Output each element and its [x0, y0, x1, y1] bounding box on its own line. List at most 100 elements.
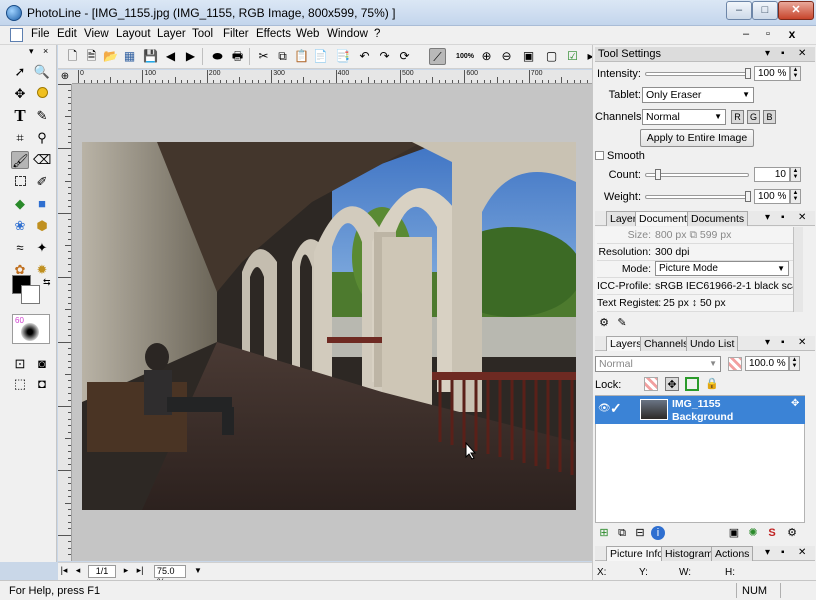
- copy-icon[interactable]: ⧉: [274, 48, 291, 65]
- undo-icon[interactable]: ↶: [356, 48, 373, 65]
- open-folder-icon[interactable]: 📂: [102, 48, 119, 65]
- channel-b-button[interactable]: B: [763, 110, 776, 124]
- save-icon[interactable]: 💾: [142, 48, 159, 65]
- new-layout-icon[interactable]: 🗎: [83, 48, 100, 65]
- panel-pin-icon[interactable]: ▪: [781, 337, 785, 348]
- panel-pin-icon[interactable]: ▪: [781, 212, 785, 223]
- vertical-ruler[interactable]: [58, 84, 72, 561]
- count-slider-thumb[interactable]: [655, 169, 661, 180]
- doc-text-register-value[interactable]: ↓ 25 px ↕ 50 px: [655, 297, 726, 309]
- previous-page-icon[interactable]: ◂: [72, 565, 84, 576]
- mode-dropdown[interactable]: Picture Mode ▼: [655, 261, 789, 276]
- layer-properties-icon[interactable]: ▣: [727, 526, 741, 540]
- repeat-icon[interactable]: ⟳: [396, 48, 413, 65]
- fit-width-icon[interactable]: ▢: [543, 48, 560, 65]
- zoom-dropdown-icon[interactable]: ▼: [194, 566, 202, 575]
- previous-icon[interactable]: ◀: [162, 48, 179, 65]
- panel-pin-icon[interactable]: ▪: [781, 48, 785, 59]
- stamp-tool-icon[interactable]: ⬢: [33, 217, 51, 235]
- menu-effects[interactable]: Effects: [254, 28, 293, 40]
- delete-layer-icon[interactable]: ⊟: [633, 526, 647, 540]
- layer-effects-icon[interactable]: ✺: [746, 526, 760, 540]
- cut-icon[interactable]: ✂: [255, 48, 272, 65]
- next-page-icon[interactable]: ▸: [120, 565, 132, 576]
- panel-close-icon[interactable]: ×: [43, 46, 48, 56]
- view-mode-icon[interactable]: ⊡: [11, 355, 29, 373]
- lock-transparency-icon[interactable]: [644, 377, 658, 391]
- image-canvas[interactable]: [82, 142, 576, 510]
- count-spinner[interactable]: ▲ ▼: [790, 167, 801, 182]
- document-panel-scrollbar[interactable]: [793, 227, 803, 312]
- redo-icon[interactable]: ↷: [376, 48, 393, 65]
- tab-channels[interactable]: Channels: [640, 336, 693, 351]
- layer-opacity-field[interactable]: 100.0 %: [745, 356, 789, 371]
- quick-mask-icon[interactable]: ⬚: [11, 375, 29, 393]
- zoom-100-button[interactable]: 100%: [455, 48, 475, 65]
- panel-close-icon[interactable]: ✕: [798, 48, 806, 59]
- layer-enabled-checkmark-icon[interactable]: ✓: [610, 400, 622, 417]
- document-minimize-button[interactable]: –: [737, 28, 755, 40]
- check-icon[interactable]: ☑: [564, 48, 581, 65]
- menu-web[interactable]: Web: [294, 28, 321, 40]
- menu-edit[interactable]: Edit: [55, 28, 79, 40]
- canvas-area[interactable]: [72, 84, 592, 561]
- eraser-tool-icon[interactable]: ⌫: [33, 151, 51, 169]
- photoline-app-icon[interactable]: [6, 5, 22, 21]
- settings-icon[interactable]: ⚙: [597, 316, 611, 330]
- doc-icc-row[interactable]: ICC-Profile: sRGB IEC61966-2-1 black sca…: [597, 278, 803, 295]
- panel-pin-icon[interactable]: ▪: [781, 547, 785, 558]
- panel-menu-icon[interactable]: ▾: [29, 46, 34, 57]
- background-color-swatch[interactable]: [21, 285, 40, 304]
- document-restore-button[interactable]: ▫: [759, 28, 777, 40]
- fill-tool-icon[interactable]: ◆: [11, 195, 29, 213]
- brush-tool-icon[interactable]: 🖌: [11, 151, 29, 169]
- last-page-icon[interactable]: ▸|: [134, 565, 146, 576]
- clone-tool-icon[interactable]: ❀: [11, 217, 29, 235]
- weight-slider-thumb[interactable]: [745, 191, 751, 202]
- eyedropper-tool-icon[interactable]: ⚲: [33, 129, 51, 147]
- count-field[interactable]: 10: [754, 167, 790, 182]
- tab-histogram[interactable]: Histogram: [661, 546, 717, 561]
- panel-menu-icon[interactable]: ▾: [765, 337, 770, 348]
- menu-view[interactable]: View: [82, 28, 111, 40]
- menu-tool[interactable]: Tool: [190, 28, 215, 40]
- lock-pixels-icon[interactable]: [685, 377, 699, 391]
- tab-picture-info[interactable]: Picture Info: [606, 546, 668, 561]
- gradient-tool-icon[interactable]: ■: [33, 195, 51, 213]
- panel-close-icon[interactable]: ✕: [798, 337, 806, 348]
- panel-close-icon[interactable]: ✕: [798, 547, 806, 558]
- intensity-slider-thumb[interactable]: [745, 68, 751, 79]
- doc-resolution-row[interactable]: Resolution: 300 dpi: [597, 244, 793, 261]
- pen-tool-icon[interactable]: ✎: [33, 107, 51, 125]
- intensity-field[interactable]: 100 %: [754, 66, 790, 81]
- zoom-out-icon[interactable]: ⊖: [498, 48, 515, 65]
- doc-resolution-value[interactable]: 300 dpi: [655, 246, 689, 258]
- pipette-tool-icon[interactable]: ✐: [33, 173, 51, 191]
- mask-mode-icon[interactable]: ◙: [33, 355, 51, 373]
- menu-help[interactable]: ?: [372, 28, 382, 40]
- edit-icon[interactable]: ✎: [615, 316, 629, 330]
- layer-settings-icon[interactable]: ⚙: [785, 526, 799, 540]
- tablet-dropdown[interactable]: Only Eraser ▼: [642, 87, 754, 103]
- close-button[interactable]: ✕: [778, 1, 814, 20]
- maximize-button[interactable]: □: [752, 1, 778, 20]
- opacity-spinner[interactable]: ▲ ▼: [789, 356, 800, 371]
- tab-actions[interactable]: Actions: [711, 546, 754, 561]
- menu-file[interactable]: File: [29, 28, 52, 40]
- layer-visibility-eye-icon[interactable]: 👁: [598, 403, 611, 414]
- panel-menu-icon[interactable]: ▾: [765, 48, 770, 59]
- channel-r-button[interactable]: R: [731, 110, 744, 124]
- doc-icc-value[interactable]: sRGB IEC61966-2-1 black scal...: [655, 280, 803, 292]
- menu-layout[interactable]: Layout: [114, 28, 153, 40]
- zoom-field[interactable]: 75.0 %: [154, 565, 186, 587]
- panel-menu-icon[interactable]: ▾: [765, 547, 770, 558]
- channels-dropdown[interactable]: Normal ▼: [642, 109, 726, 125]
- menu-window[interactable]: Window: [325, 28, 370, 40]
- scan-icon[interactable]: ⬬: [209, 48, 226, 65]
- arrow-tool-icon[interactable]: ➚: [11, 63, 29, 81]
- document-close-button[interactable]: x: [783, 27, 801, 41]
- intensity-spinner[interactable]: ▲ ▼: [790, 66, 801, 81]
- move-tool-icon[interactable]: ✥: [11, 85, 29, 103]
- print-icon[interactable]: 🖶: [229, 48, 246, 65]
- tab-document[interactable]: Document: [635, 211, 691, 226]
